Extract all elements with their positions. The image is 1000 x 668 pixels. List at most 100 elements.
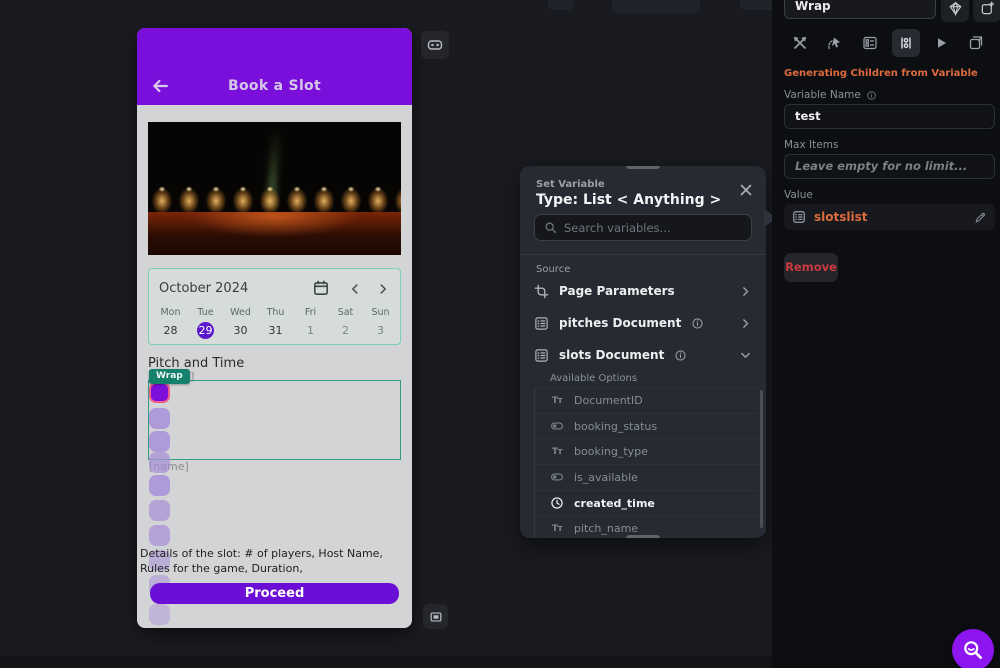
prev-month-icon[interactable]: [348, 281, 362, 295]
source-pitches-document[interactable]: pitches Document: [534, 310, 752, 336]
date-cell[interactable]: 28: [153, 322, 188, 339]
remove-button[interactable]: Remove: [784, 253, 838, 282]
variable-name-label: Variable Name: [784, 89, 877, 101]
pill-toggle-icon: [427, 40, 443, 50]
frame-button[interactable]: [423, 604, 448, 629]
slot-chip[interactable]: [149, 408, 170, 429]
gem-button[interactable]: [941, 0, 969, 22]
tab-design-tools[interactable]: [786, 29, 814, 57]
weekday: Sun: [371, 307, 390, 318]
date-cell[interactable]: 2: [328, 322, 363, 339]
option-booking-status[interactable]: booking_status: [535, 414, 758, 440]
available-options-list: DocumentID booking_status booking_type i…: [534, 388, 758, 538]
tab-export[interactable]: [962, 29, 990, 57]
panel-drag-handle-bottom[interactable]: [626, 535, 660, 538]
toolbar-stub: [740, 0, 776, 10]
value-field[interactable]: slotslist: [784, 204, 995, 230]
edit-pencil-icon: [975, 212, 986, 223]
max-items-input[interactable]: Leave empty for no limit...: [784, 154, 995, 179]
proceed-button[interactable]: Proceed: [150, 583, 399, 604]
date-cell-selected[interactable]: 29: [188, 322, 223, 339]
source-slots-document[interactable]: slots Document: [534, 342, 752, 368]
date-cell[interactable]: 31: [258, 322, 293, 339]
info-icon: [692, 317, 703, 329]
set-variable-panel: Set Variable Type: List < Anything > Sea…: [520, 166, 766, 538]
canvas-toggle-button[interactable]: [421, 31, 449, 59]
inspector-section-title: Generating Children from Variable: [784, 68, 978, 79]
page-parameters-icon: [534, 284, 549, 298]
option-created-time[interactable]: created_time: [535, 491, 758, 517]
gem-icon: [948, 1, 962, 16]
slot-chip-selected[interactable]: [149, 382, 170, 403]
value-label: Value: [784, 189, 813, 201]
source-section-label: Source: [536, 264, 571, 275]
source-page-parameters[interactable]: Page Parameters: [534, 278, 752, 304]
tab-actions[interactable]: [821, 29, 849, 57]
pitch-chip[interactable]: [149, 525, 170, 546]
close-icon[interactable]: [738, 182, 754, 198]
option-documentid[interactable]: DocumentID: [535, 388, 758, 414]
document-icon: [535, 316, 548, 330]
properties-sidebar: Wrap Generating Children from Variable V…: [772, 0, 1000, 668]
chevron-down-icon: [741, 352, 750, 358]
magnifier-icon: [964, 641, 983, 660]
date-cell[interactable]: 1: [293, 322, 328, 339]
phone-preview: Book a Slot October 2024 Mon Tue Wed Thu…: [137, 28, 412, 628]
panel-title: Type: List < Anything >: [536, 192, 722, 208]
weekday: Fri: [304, 307, 317, 318]
ground-glow: [148, 212, 401, 255]
tab-preview[interactable]: [927, 29, 955, 57]
slot-chip[interactable]: [149, 431, 170, 452]
panel-scrollbar[interactable]: [760, 390, 763, 528]
option-booking-type[interactable]: booking_type: [535, 439, 758, 466]
play-icon: [937, 38, 946, 48]
date-cell[interactable]: 30: [223, 322, 258, 339]
search-icon: [545, 222, 557, 234]
panel-drag-handle-top[interactable]: [626, 166, 660, 169]
date-row: 28 29 30 31 1 2 3: [153, 322, 398, 339]
text-type-icon: [550, 396, 564, 406]
max-items-label: Max Items: [784, 139, 839, 151]
value-variable-name: slotslist: [814, 210, 868, 224]
add-component-button[interactable]: [973, 0, 1000, 22]
next-month-icon[interactable]: [376, 281, 390, 295]
pitch-chip[interactable]: [149, 475, 170, 496]
wrap-selection-outline: [148, 380, 401, 460]
clock-type-icon: [551, 497, 563, 509]
weekday: Wed: [230, 307, 251, 318]
app-builder-window: Book a Slot October 2024 Mon Tue Wed Thu…: [0, 0, 1000, 668]
tab-generate-children[interactable]: [891, 29, 920, 57]
toggle-type-icon: [551, 422, 563, 430]
date-cell[interactable]: 3: [363, 322, 398, 339]
copy-arrow-icon: [969, 36, 983, 50]
desert-camp-image: [148, 122, 401, 255]
calendar-widget: October 2024 Mon Tue Wed Thu Fri Sat Sun…: [148, 268, 401, 345]
weekday: Tue: [197, 307, 214, 318]
info-icon: [675, 349, 686, 361]
weekday-row: Mon Tue Wed Thu Fri Sat Sun: [153, 307, 398, 318]
monitor-icon: [430, 611, 441, 622]
chevron-right-icon: [743, 286, 749, 296]
toggle-type-icon: [551, 473, 563, 481]
pitch-chip[interactable]: [149, 604, 170, 625]
pitch-chip[interactable]: [149, 500, 170, 521]
zoom-fab[interactable]: [952, 629, 994, 668]
widget-name-input[interactable]: Wrap: [784, 0, 936, 19]
slot-chip[interactable]: [149, 452, 170, 473]
search-variables-input[interactable]: Search variables...: [534, 214, 752, 241]
text-type-icon: [550, 524, 564, 534]
calendar-icon[interactable]: [312, 279, 330, 297]
canvas-bottom-edge: [0, 656, 772, 668]
tab-properties[interactable]: [856, 29, 884, 57]
selected-widget-badge: Wrap: [149, 369, 190, 384]
option-is-available[interactable]: is_available: [535, 465, 758, 491]
divider: [520, 254, 766, 255]
dynamic-children-icon: [900, 37, 911, 49]
page-title: Book a Slot: [228, 78, 321, 94]
weekday: Mon: [160, 307, 181, 318]
slot-details-text: Details of the slot: # of players, Host …: [140, 547, 383, 575]
weekday: Sat: [337, 307, 354, 318]
calendar-month-label: October 2024: [159, 280, 249, 296]
variable-name-input[interactable]: test: [784, 104, 995, 129]
info-icon: [867, 90, 876, 100]
